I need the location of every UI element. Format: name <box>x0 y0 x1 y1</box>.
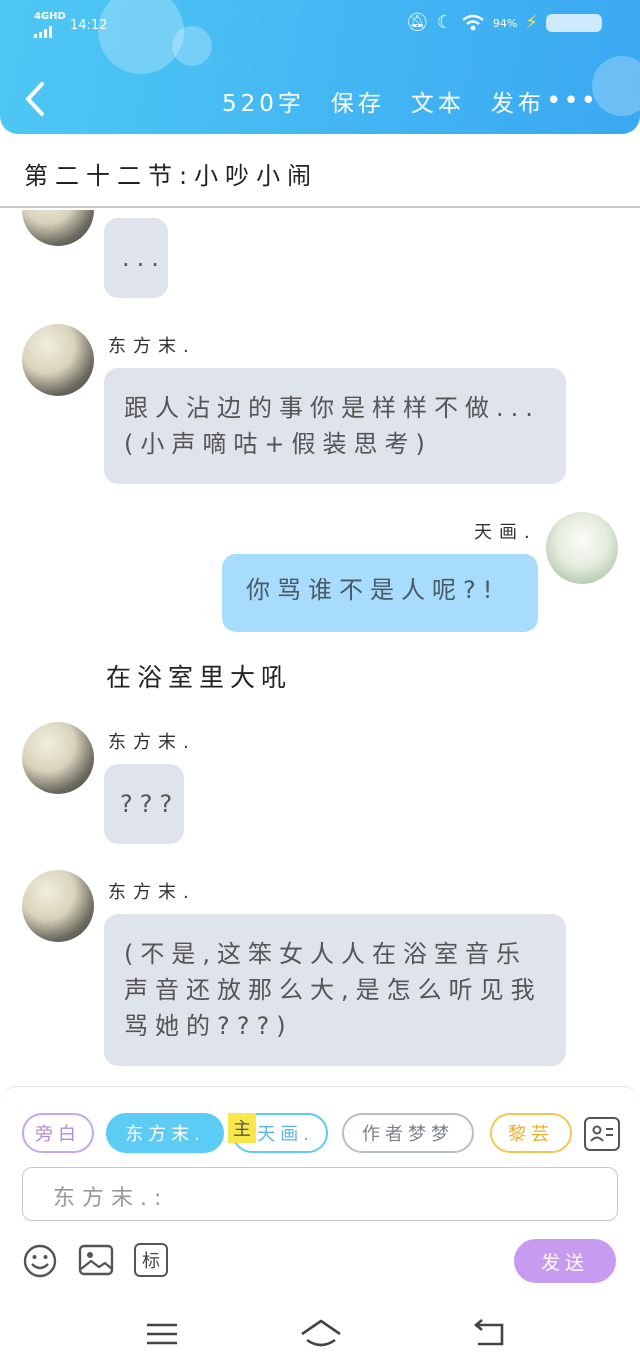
decor-bubble <box>592 56 640 116</box>
image-icon <box>78 1244 114 1276</box>
network-indicator: 4GHD <box>34 10 66 42</box>
charging-icon: ⚡ <box>525 12 538 33</box>
message-input[interactable]: 东方末.: <box>22 1167 618 1221</box>
avatar[interactable] <box>22 210 94 246</box>
speaker-name: 东方末. <box>108 732 196 753</box>
message-bubble[interactable]: ??? <box>104 764 184 844</box>
input-panel: 旁白 东方末. 天画. 主 作者梦梦 黎芸 东方末.: 标 发送 <box>0 1086 640 1298</box>
chapter-bar: 第二十二节:小吵小闹 <box>0 134 640 208</box>
speaker-name: 天画. <box>474 522 537 543</box>
message-bubble[interactable]: 你骂谁不是人呢?! <box>222 554 538 632</box>
image-button[interactable] <box>78 1243 114 1277</box>
moon-icon: ☾ <box>436 12 453 33</box>
home-icon <box>301 1319 341 1347</box>
wifi-icon <box>462 14 484 31</box>
chat-area[interactable]: ... 东方末. 跟人沾边的事你是样样不做...(小声嘀咕+假装思考) 天画. … <box>0 210 640 1086</box>
character-chip[interactable]: 黎芸 <box>490 1113 572 1153</box>
back-button[interactable] <box>22 80 48 118</box>
header-toolbar: 520字 保存 文本 发布 <box>222 84 545 118</box>
message-bubble[interactable]: ... <box>104 218 168 298</box>
network-type: 4GHD <box>34 11 66 22</box>
chapter-title[interactable]: 第二十二节:小吵小闹 <box>24 156 318 191</box>
battery-percent: 94% <box>492 16 518 30</box>
battery-icon <box>546 14 602 32</box>
save-button[interactable]: 保存 <box>331 84 385 118</box>
speaker-name: 东方末. <box>108 336 196 357</box>
return-icon <box>473 1319 504 1346</box>
signal-icon <box>34 26 52 38</box>
message-bubble[interactable]: (不是,这笨女人人在浴室音乐声音还放那么大,是怎么听见我骂她的???) <box>104 914 566 1066</box>
menu-icon <box>147 1323 177 1345</box>
word-count: 520字 <box>222 91 305 117</box>
character-chip[interactable]: 作者梦梦 <box>342 1113 474 1153</box>
more-button[interactable]: ••• <box>546 86 598 116</box>
character-chip-selected[interactable]: 东方末. <box>106 1113 224 1153</box>
home-button[interactable] <box>298 1316 344 1352</box>
smiley-icon <box>23 1244 57 1278</box>
contact-card-icon <box>590 1125 613 1142</box>
send-button[interactable]: 发送 <box>514 1239 616 1283</box>
emoji-button[interactable] <box>22 1243 57 1278</box>
narration-text[interactable]: 在浴室里大吼 <box>106 658 292 694</box>
avatar[interactable] <box>546 512 618 584</box>
chevron-left-icon <box>26 82 44 116</box>
menu-button[interactable] <box>142 1316 182 1352</box>
speaker-name: 东方末. <box>108 882 196 903</box>
mark-button[interactable]: 标 <box>134 1243 168 1277</box>
publish-button[interactable]: 发布 <box>491 84 545 118</box>
avatar[interactable] <box>22 870 94 942</box>
back-nav-button[interactable] <box>470 1316 510 1352</box>
avatar[interactable] <box>22 324 94 396</box>
status-time: 14:12 <box>70 18 108 33</box>
system-nav-bar <box>0 1298 640 1372</box>
status-bar: 4GHD 14:12 🔕︎ ☾ 94% ⚡ <box>0 0 640 50</box>
status-right: 🔕︎ ☾ 94% ⚡ <box>406 14 602 32</box>
message-bubble[interactable]: 跟人沾边的事你是样样不做...(小声嘀咕+假装思考) <box>104 368 566 484</box>
avatar[interactable] <box>22 722 94 794</box>
character-chip-narrator[interactable]: 旁白 <box>22 1113 94 1153</box>
character-manage-button[interactable] <box>584 1117 620 1151</box>
main-character-badge: 主 <box>228 1113 256 1143</box>
mute-icon: 🔕︎ <box>405 12 429 33</box>
app-header: 4GHD 14:12 🔕︎ ☾ 94% ⚡ 520字 保存 文本 发布 ••• <box>0 0 640 134</box>
text-button[interactable]: 文本 <box>411 84 465 118</box>
